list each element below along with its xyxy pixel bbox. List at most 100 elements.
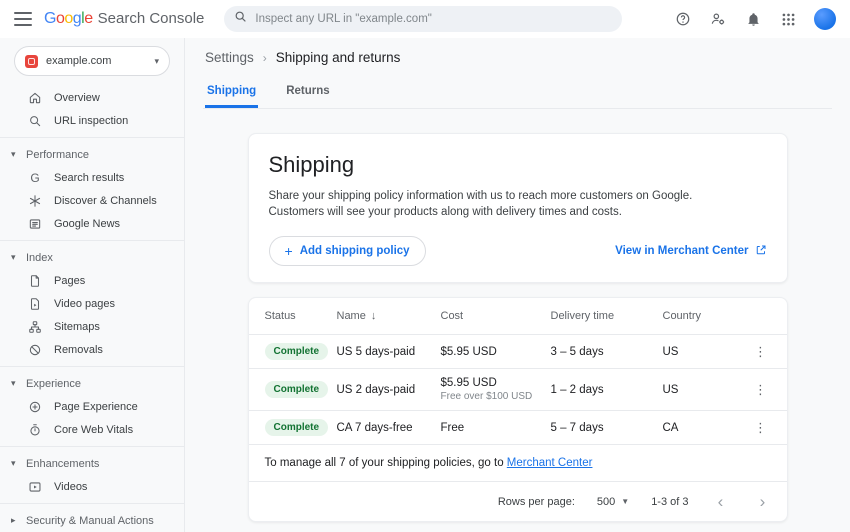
topbar-actions <box>674 8 836 30</box>
chevron-down-icon: ▾ <box>11 458 19 469</box>
sidebar-item-label: Pages <box>54 275 85 287</box>
row-kebab-menu-icon[interactable]: ⋮ <box>751 420 771 436</box>
breadcrumb: Settings › Shipping and returns <box>203 50 832 65</box>
search-input[interactable] <box>255 13 612 25</box>
news-icon <box>28 217 42 231</box>
account-avatar[interactable] <box>814 8 836 30</box>
google-g-icon: G <box>28 171 42 185</box>
sidebar-section-label: Experience <box>26 378 81 390</box>
notifications-bell-icon[interactable] <box>744 10 762 28</box>
sidebar-section-index[interactable]: ▾Index <box>0 246 184 269</box>
sort-descending-icon: ↓ <box>371 310 377 322</box>
sidebar-divider <box>0 503 184 504</box>
sidebar-section-performance[interactable]: ▾Performance <box>0 143 184 166</box>
sidebar-item-label: Videos <box>54 481 87 493</box>
sidebar-item-video-pages[interactable]: Video pages <box>0 292 184 315</box>
sidebar-divider <box>0 446 184 447</box>
view-in-merchant-center-link[interactable]: View in Merchant Center <box>615 244 766 259</box>
table-footer-note: To manage all 7 of your shipping policie… <box>249 444 787 481</box>
table-row[interactable]: Complete US 2 days-paid$5.95 USDFree over… <box>249 368 787 410</box>
policy-name: US 5 days-paid <box>337 346 441 358</box>
chevron-down-icon: ▾ <box>11 149 19 160</box>
sidebar-item-core-web-vitals[interactable]: Core Web Vitals <box>0 418 184 441</box>
property-selector[interactable]: example.com ▾ <box>14 46 170 76</box>
sidebar-divider <box>0 240 184 241</box>
policy-delivery-time: 5 – 7 days <box>551 422 663 434</box>
sidebar-item-discover-channels[interactable]: Discover & Channels <box>0 189 184 212</box>
tab-returns[interactable]: Returns <box>284 79 331 108</box>
sidebar-item-sitemaps[interactable]: Sitemaps <box>0 315 184 338</box>
apps-grid-icon[interactable] <box>779 10 797 28</box>
previous-page-icon[interactable]: ‹ <box>711 493 731 510</box>
chevron-down-icon: ▾ <box>11 252 19 263</box>
page-experience-icon <box>28 400 42 414</box>
policy-country: US <box>663 384 751 396</box>
sidebar-item-videos[interactable]: Videos <box>0 475 184 498</box>
column-header-status[interactable]: Status <box>265 310 337 322</box>
app-title: Search Console <box>98 10 205 27</box>
video-pages-icon <box>28 297 42 311</box>
rows-per-page-select[interactable]: 500 ▼ <box>597 496 629 508</box>
row-kebab-menu-icon[interactable]: ⋮ <box>751 344 771 360</box>
policy-name: US 2 days-paid <box>337 384 441 396</box>
column-header-cost[interactable]: Cost <box>441 310 551 322</box>
sidebar-item-removals[interactable]: Removals <box>0 338 184 361</box>
sidebar-item-pages[interactable]: Pages <box>0 269 184 292</box>
core-web-vitals-icon <box>28 423 42 437</box>
sidebar-section-experience[interactable]: ▾ Experience <box>0 372 184 395</box>
sidebar-item-page-experience[interactable]: Page Experience <box>0 395 184 418</box>
url-inspect-searchbar[interactable] <box>224 6 622 32</box>
pagination-bar: Rows per page: 500 ▼ 1-3 of 3 ‹ › <box>249 481 787 521</box>
sidebar-nav: Overview URL inspection ▾PerformanceGSearc… <box>0 86 184 532</box>
sidebar-item-search-results[interactable]: GSearch results <box>0 166 184 189</box>
policy-cost: Free <box>441 422 551 434</box>
tabbar: Shipping Returns <box>203 79 832 109</box>
sidebar-section-label: Security & Manual Actions <box>26 515 154 527</box>
add-shipping-policy-button[interactable]: + Add shipping policy <box>269 236 426 266</box>
breadcrumb-current-page: Shipping and returns <box>276 50 401 65</box>
policy-cost: $5.95 USDFree over $100 USD <box>441 377 551 402</box>
merchant-center-link[interactable]: Merchant Center <box>507 457 593 469</box>
shipping-policies-table-card: Status Name ↓ Cost Delivery time Country… <box>248 297 788 522</box>
status-badge: Complete <box>265 381 329 398</box>
cost-note: Free over $100 USD <box>441 391 551 402</box>
row-kebab-menu-icon[interactable]: ⋮ <box>751 382 771 398</box>
sidebar-item-label: Sitemaps <box>54 321 100 333</box>
table-row[interactable]: CompleteCA 7 days-freeFree5 – 7 daysCA⋮ <box>249 410 787 444</box>
external-link-icon <box>755 244 767 259</box>
sidebar-section-label: Enhancements <box>26 458 99 470</box>
tab-shipping[interactable]: Shipping <box>205 79 258 108</box>
sidebar-section-enhancements[interactable]: ▾ Enhancements <box>0 452 184 475</box>
policy-cost: $5.95 USD <box>441 346 551 358</box>
search-icon <box>28 114 42 128</box>
next-page-icon[interactable]: › <box>753 493 773 510</box>
column-header-country[interactable]: Country <box>663 310 751 322</box>
sidebar-section-security-manual-actions[interactable]: ▸ Security & Manual Actions <box>0 509 184 532</box>
policy-country: US <box>663 346 751 358</box>
main-content: Settings › Shipping and returns Shipping… <box>185 38 850 532</box>
sidebar-item-label: Removals <box>54 344 103 356</box>
menu-icon[interactable] <box>14 12 32 26</box>
sidebar-item-label: Discover & Channels <box>54 195 157 207</box>
chevron-down-icon: ▾ <box>11 378 19 389</box>
table-row[interactable]: CompleteUS 5 days-paid$5.95 USD3 – 5 day… <box>249 334 787 368</box>
shipping-description: Share your shipping policy information w… <box>269 188 709 220</box>
sitemaps-icon <box>28 320 42 334</box>
chevron-right-icon: ▸ <box>11 515 19 526</box>
column-header-name[interactable]: Name ↓ <box>337 310 441 322</box>
table-header-row: Status Name ↓ Cost Delivery time Country <box>249 298 787 334</box>
sidebar-item-google-news[interactable]: Google News <box>0 212 184 235</box>
search-icon <box>234 10 247 28</box>
user-settings-icon[interactable] <box>709 10 727 28</box>
app-logo[interactable]: Google Search Console <box>44 10 204 28</box>
breadcrumb-settings[interactable]: Settings <box>205 50 254 65</box>
column-header-delivery-time[interactable]: Delivery time <box>551 310 663 322</box>
topbar: Google Search Console <box>0 0 850 38</box>
policy-name: CA 7 days-free <box>337 422 441 434</box>
help-icon[interactable] <box>674 10 692 28</box>
sidebar-item-url-inspection[interactable]: URL inspection <box>0 109 184 132</box>
sidebar-item-label: Core Web Vitals <box>54 424 133 436</box>
policy-delivery-time: 3 – 5 days <box>551 346 663 358</box>
sidebar-item-overview[interactable]: Overview <box>0 86 184 109</box>
sidebar-item-label: URL inspection <box>54 115 128 127</box>
